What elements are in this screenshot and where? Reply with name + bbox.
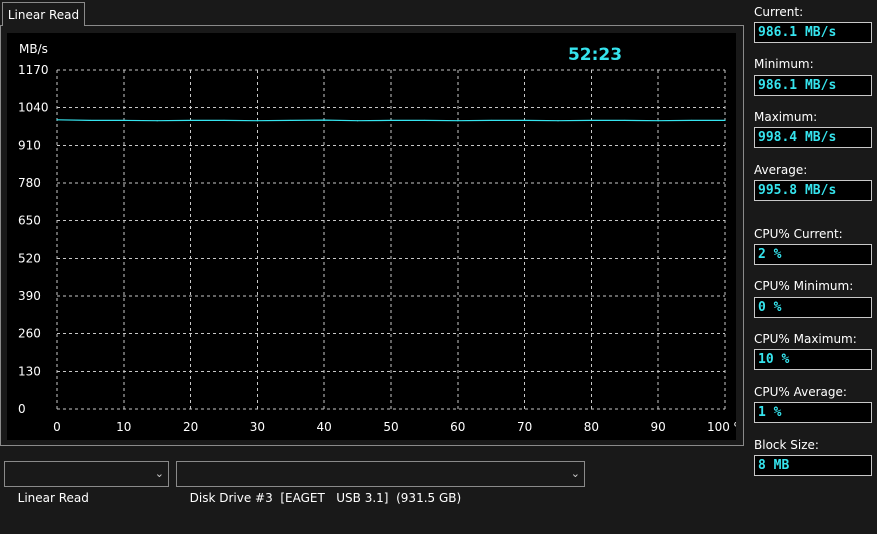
- y-axis-ticks: 1170 1040 910 780 650 520 390 260 130 0: [18, 63, 49, 416]
- drive-select[interactable]: Disk Drive #3 [EAGET USB 3.1] (931.5 GB)…: [176, 461, 585, 505]
- tab-label: Linear Read: [7, 7, 80, 22]
- maximum-label: Maximum:: [754, 110, 818, 124]
- x-tick-label: 100 %: [707, 420, 736, 434]
- data-point: [256, 120, 258, 122]
- cpu-average-value: 1 %: [754, 402, 872, 423]
- y-tick-label: 390: [18, 289, 41, 303]
- data-point: [590, 119, 593, 122]
- x-tick-label: 20: [183, 420, 198, 434]
- stats-panel: Current: 986.1 MB/s Minimum: 986.1 MB/s …: [754, 0, 877, 495]
- test-type-select[interactable]: Linear Read ⌄: [4, 461, 169, 505]
- data-point: [190, 119, 192, 122]
- test-type-select-value: Linear Read: [17, 491, 89, 505]
- y-tick-label: 780: [18, 176, 41, 190]
- cpu-minimum-value: 0 %: [754, 297, 872, 318]
- x-tick-label: 10: [116, 420, 131, 434]
- average-value: 995.8 MB/s: [754, 180, 872, 201]
- cpu-current-value: 2 %: [754, 244, 872, 265]
- data-point: [557, 120, 559, 122]
- data-point: [123, 119, 125, 122]
- speed-chart-svg: MB/s 52:23 11701040910780650520390260130…: [18, 42, 736, 434]
- y-tick-label: 130: [18, 364, 41, 378]
- data-point: [89, 119, 91, 122]
- y-axis-unit-label: MB/s: [19, 42, 48, 56]
- chevron-down-icon: ⌄: [570, 467, 580, 480]
- x-tick-label: 90: [651, 420, 666, 434]
- x-tick-label: 50: [383, 420, 398, 434]
- average-label: Average:: [754, 163, 808, 177]
- cpu-maximum-value: 10 %: [754, 349, 872, 370]
- chevron-down-icon: ⌄: [154, 467, 164, 480]
- y-tick-label: 0: [18, 402, 26, 416]
- y-tick-label: 1040: [18, 101, 49, 115]
- data-point: [223, 119, 225, 122]
- cpu-maximum-label: CPU% Maximum:: [754, 332, 857, 346]
- tab-linear-read[interactable]: Linear Read: [2, 2, 85, 26]
- y-tick-label: 650: [18, 214, 41, 228]
- x-tick-label: 40: [317, 420, 332, 434]
- y-tick-label: 260: [18, 327, 41, 341]
- x-axis-ticks: 0 10 20 30 40 50 60 70 80 90 100 %: [53, 420, 736, 434]
- data-point: [490, 119, 492, 122]
- cpu-average-label: CPU% Average:: [754, 385, 847, 399]
- cpu-minimum-label: CPU% Minimum:: [754, 279, 854, 293]
- data-point: [657, 120, 659, 122]
- data-point: [524, 119, 526, 122]
- block-size-label: Block Size:: [754, 438, 819, 452]
- data-point: [390, 119, 392, 122]
- x-tick-label: 60: [450, 420, 465, 434]
- current-label: Current:: [754, 5, 804, 19]
- y-tick-label: 520: [18, 251, 41, 265]
- elapsed-timer: 52:23: [568, 45, 622, 65]
- data-point: [323, 119, 325, 121]
- minimum-value: 986.1 MB/s: [754, 75, 872, 96]
- data-point: [624, 119, 626, 122]
- data-point: [357, 120, 359, 122]
- x-tick-label: 0: [53, 420, 61, 434]
- maximum-value: 998.4 MB/s: [754, 127, 872, 148]
- x-tick-label: 80: [584, 420, 599, 434]
- block-size-value: 8 MB: [754, 455, 872, 476]
- x-tick-label: 70: [517, 420, 532, 434]
- data-point: [724, 119, 726, 122]
- minimum-label: Minimum:: [754, 57, 814, 71]
- data-point: [56, 119, 58, 121]
- data-point: [156, 120, 158, 122]
- speed-chart: MB/s 52:23 1170 1040 910 780 650 520 390 260 130…: [7, 33, 736, 440]
- drive-select-value: Disk Drive #3 [EAGET USB 3.1] (931.5 GB): [189, 491, 462, 505]
- cpu-current-label: CPU% Current:: [754, 227, 843, 241]
- y-tick-label: 1170: [18, 63, 49, 77]
- current-value: 986.1 MB/s: [754, 22, 872, 43]
- data-point: [691, 119, 693, 122]
- data-point: [457, 120, 459, 122]
- data-point: [423, 119, 425, 122]
- y-tick-label: 910: [18, 138, 41, 152]
- x-tick-label: 30: [250, 420, 265, 434]
- data-point: [290, 119, 292, 122]
